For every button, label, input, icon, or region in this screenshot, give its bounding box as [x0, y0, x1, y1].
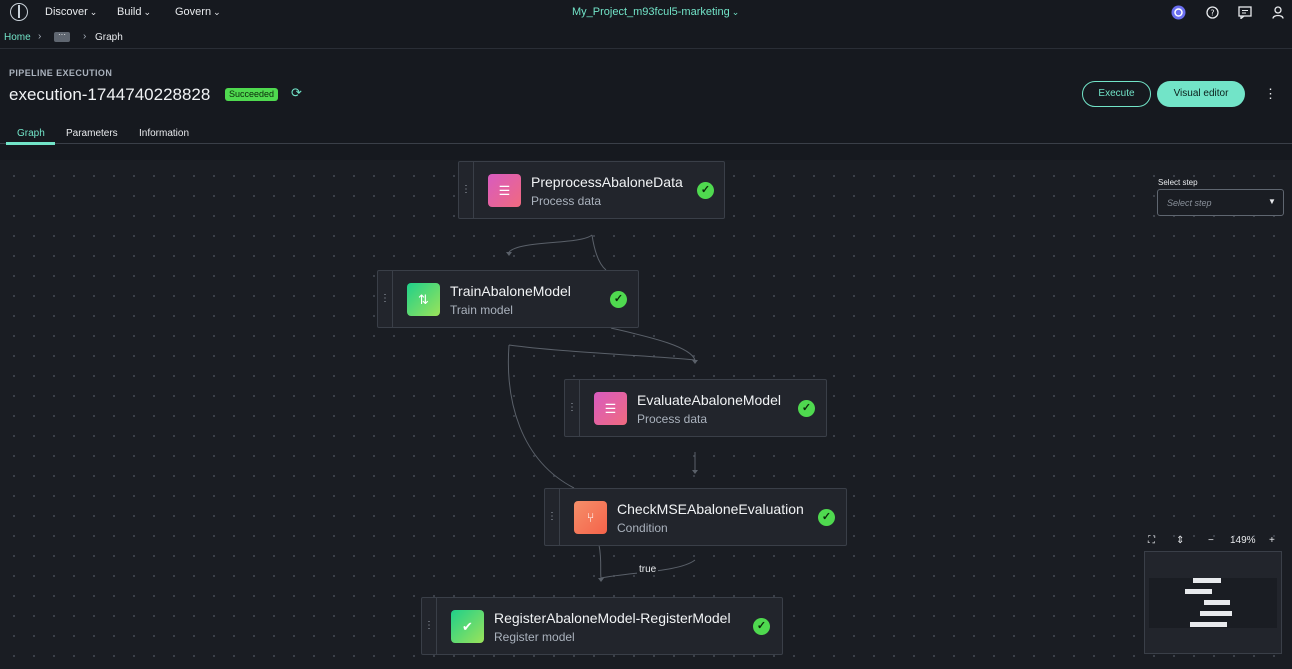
- tab-information[interactable]: Information: [139, 128, 189, 139]
- refresh-icon[interactable]: ⟳: [291, 86, 305, 100]
- status-badge: Succeeded: [225, 88, 279, 101]
- nav-govern[interactable]: Govern ⌄: [175, 6, 221, 18]
- minimap-node: [1185, 589, 1212, 594]
- minimap-node: [1193, 578, 1221, 583]
- user-icon[interactable]: [1270, 4, 1286, 20]
- pipeline-step-node[interactable]: ⋮ ☰ EvaluateAbaloneModel Process data ✓: [564, 379, 827, 437]
- page-title: execution-1744740228828: [9, 85, 211, 104]
- chevron-down-icon: ⌄: [213, 7, 221, 17]
- chevron-right-icon: ›: [83, 31, 87, 42]
- nav-build[interactable]: Build ⌄: [117, 6, 151, 18]
- more-options-icon[interactable]: ⋮: [1264, 86, 1277, 102]
- execute-button[interactable]: Execute: [1082, 81, 1151, 107]
- caret-down-icon: ▼: [1268, 197, 1276, 206]
- zoom-in-icon[interactable]: +: [1269, 535, 1275, 546]
- graph-canvas[interactable]: ⋮ ☰ PreprocessAbaloneData Process data ✓…: [0, 160, 1292, 669]
- logo-icon[interactable]: [10, 3, 28, 21]
- project-switch-icon[interactable]: [1170, 4, 1186, 20]
- train-icon: ⇅: [407, 283, 440, 316]
- page-label: PIPELINE EXECUTION: [9, 68, 113, 78]
- select-step-placeholder: Select step: [1167, 198, 1212, 208]
- notifications-icon[interactable]: [1237, 4, 1253, 20]
- step-title: PreprocessAbaloneData: [531, 174, 683, 190]
- pipeline-step-node[interactable]: ⋮ ✔ RegisterAbaloneModel-RegisterModel R…: [421, 597, 783, 655]
- success-check-icon: ✓: [798, 400, 815, 417]
- chevron-right-icon: ›: [38, 31, 42, 42]
- drag-handle-icon[interactable]: ⋮: [459, 162, 474, 218]
- collapse-icon[interactable]: ⇕: [1176, 535, 1184, 546]
- step-type: Register model: [494, 630, 575, 644]
- nav-label: Discover: [45, 6, 88, 18]
- fit-view-icon[interactable]: ⛶: [1148, 535, 1155, 546]
- success-check-icon: ✓: [697, 182, 714, 199]
- step-type: Process data: [637, 412, 708, 426]
- chevron-down-icon: ⌄: [143, 7, 152, 17]
- step-title: TrainAbaloneModel: [450, 283, 571, 299]
- minimap-node: [1200, 611, 1232, 616]
- success-check-icon: ✓: [753, 618, 770, 635]
- minimap-node: [1190, 622, 1227, 627]
- nav-label: Build: [117, 6, 142, 18]
- drag-handle-icon[interactable]: ⋮: [565, 380, 580, 436]
- active-tab-indicator: [6, 142, 55, 145]
- project-selector[interactable]: My_Project_m93fcul5-marketing ⌄: [572, 6, 739, 18]
- zoom-controls: ⛶ ⇕ − 149% +: [1145, 532, 1282, 550]
- pipeline-step-node[interactable]: ⋮ ⇅ TrainAbaloneModel Train model ✓: [377, 270, 639, 328]
- breadcrumb: Home › ··· › Graph: [0, 25, 1292, 49]
- drag-handle-icon[interactable]: ⋮: [545, 489, 560, 545]
- step-type: Condition: [617, 521, 668, 535]
- project-name: My_Project_m93fcul5-marketing: [572, 6, 730, 18]
- help-icon[interactable]: ?: [1204, 4, 1220, 20]
- minimap[interactable]: [1144, 551, 1282, 654]
- step-title: RegisterAbaloneModel-RegisterModel: [494, 610, 731, 626]
- database-icon: ☰: [594, 392, 627, 425]
- visual-editor-button[interactable]: Visual editor: [1157, 81, 1245, 107]
- register-icon: ✔: [451, 610, 484, 643]
- step-type: Train model: [450, 303, 513, 317]
- tab-parameters[interactable]: Parameters: [66, 128, 118, 139]
- zoom-level: 149%: [1230, 535, 1256, 546]
- step-title: EvaluateAbaloneModel: [637, 392, 781, 408]
- select-step-dropdown[interactable]: Select step ▼: [1157, 189, 1284, 216]
- drag-handle-icon[interactable]: ⋮: [378, 271, 393, 327]
- edge-label: true: [637, 564, 659, 575]
- breadcrumb-current: Graph: [95, 32, 123, 43]
- chevron-down-icon: ⌄: [89, 7, 98, 17]
- svg-text:?: ?: [1210, 8, 1214, 17]
- zoom-out-icon[interactable]: −: [1208, 535, 1214, 546]
- drag-handle-icon[interactable]: ⋮: [422, 598, 437, 654]
- tab-bar: Graph Parameters Information: [0, 124, 1292, 145]
- step-type: Process data: [531, 194, 602, 208]
- tab-graph[interactable]: Graph: [17, 128, 45, 139]
- success-check-icon: ✓: [610, 291, 627, 308]
- step-title: CheckMSEAbaloneEvaluation: [617, 501, 804, 517]
- condition-icon: ⑂: [574, 501, 607, 534]
- breadcrumb-home[interactable]: Home: [4, 32, 31, 43]
- pipeline-step-node[interactable]: ⋮ ☰ PreprocessAbaloneData Process data ✓: [458, 161, 725, 219]
- chevron-down-icon: ⌄: [731, 7, 740, 17]
- breadcrumb-ellipsis[interactable]: ···: [54, 31, 70, 42]
- database-icon: ☰: [488, 174, 521, 207]
- select-step-label: Select step: [1158, 178, 1198, 187]
- nav-label: Govern: [175, 6, 212, 18]
- top-bar: Discover ⌄ Build ⌄ Govern ⌄ My_Project_m93f…: [0, 0, 1292, 25]
- nav-discover[interactable]: Discover ⌄: [45, 6, 97, 18]
- success-check-icon: ✓: [818, 509, 835, 526]
- pipeline-step-node[interactable]: ⋮ ⑂ CheckMSEAbaloneEvaluation Condition …: [544, 488, 847, 546]
- minimap-node: [1204, 600, 1230, 605]
